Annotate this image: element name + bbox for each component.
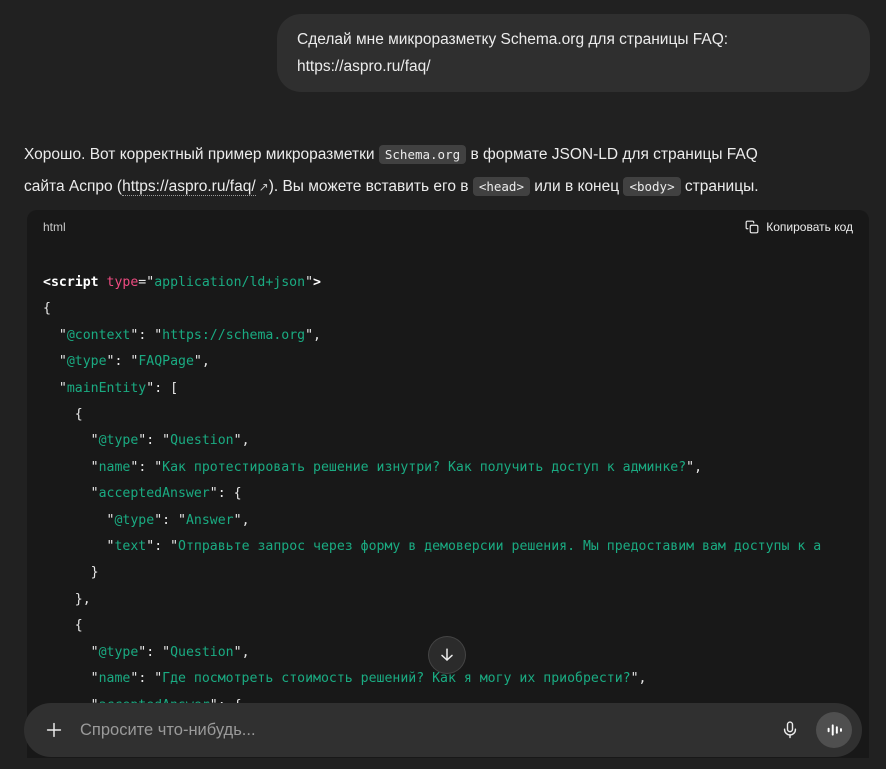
assistant-text-segment: страницы. [681,178,759,195]
composer-bar [24,703,862,757]
inline-code-body-tag: <body> [623,177,680,196]
assistant-text-segment: сайта Аспро ( [24,178,122,195]
scroll-to-bottom-button[interactable] [428,636,466,674]
voice-waveform-icon [825,721,843,739]
copy-code-label: Копировать код [766,220,853,234]
inline-code-schema-org: Schema.org [379,145,466,164]
assistant-text-segment: Хорошо. Вот корректный пример микроразме… [24,146,379,163]
user-message-bubble: Сделай мне микроразметку Schema.org для … [277,14,870,92]
microphone-icon [780,720,800,740]
inline-code-head-tag: <head> [473,177,530,196]
user-message-line2: https://aspro.ru/faq/ [297,53,850,80]
voice-mode-button[interactable] [816,712,852,748]
arrow-down-icon [437,645,457,665]
chat-page: Сделай мне микроразметку Schema.org для … [0,0,886,769]
external-link-icon: ↗ [259,180,269,194]
assistant-text-segment: в формате JSON-LD для страницы FAQ [466,146,758,163]
aspro-faq-link[interactable]: https://aspro.ru/faq/ [122,178,256,196]
code-block: html Копировать код <script type="applic… [27,210,869,758]
copy-code-button[interactable]: Копировать код [745,220,853,234]
dictate-button[interactable] [772,712,808,748]
attach-plus-button[interactable] [36,712,72,748]
assistant-text-segment: ). Вы можете вставить его в [269,178,473,195]
message-input[interactable] [80,721,772,740]
assistant-text-segment: или в конец [530,178,623,195]
assistant-message-text: Хорошо. Вот корректный пример микроразме… [24,139,872,203]
plus-icon [43,719,65,741]
code-block-header: html Копировать код [27,210,869,244]
user-message-line1: Сделай мне микроразметку Schema.org для … [297,26,850,53]
copy-icon [745,220,759,234]
code-language-label: html [43,220,66,234]
